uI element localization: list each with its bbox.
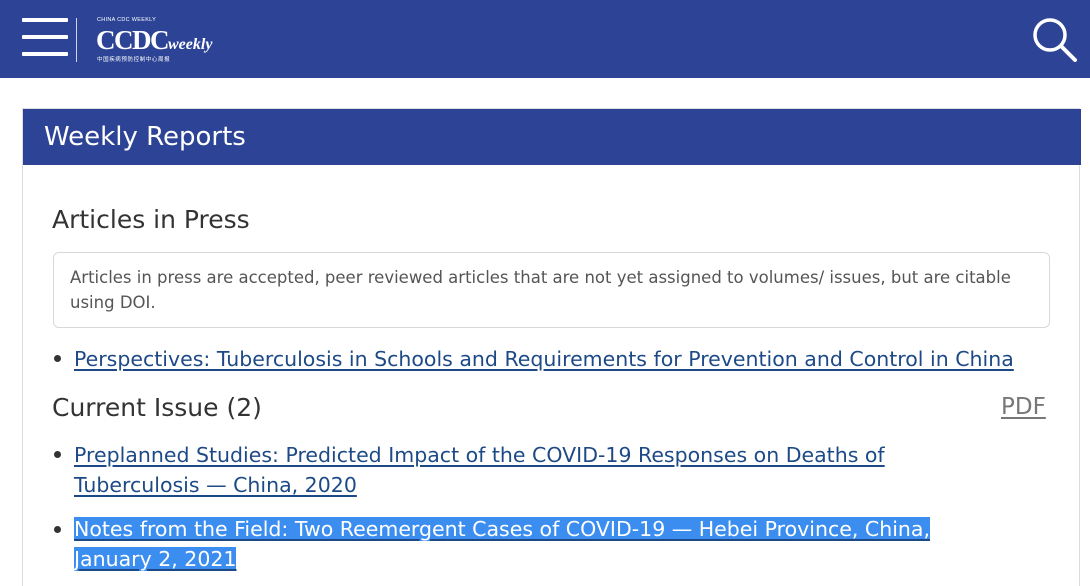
articles-in-press-notice: Articles in press are accepted, peer rev…: [53, 252, 1050, 328]
article-link-tuberculosis-schools[interactable]: Perspectives: Tuberculosis in Schools an…: [74, 344, 1064, 374]
selected-link-text[interactable]: Notes from the Field: Two Reemergent Cas…: [74, 517, 930, 571]
article-link-covid-tuberculosis-deaths[interactable]: Preplanned Studies: Predicted Impact of …: [74, 440, 954, 500]
logo-top-text: CHINA CDC WEEKLY: [97, 17, 157, 23]
top-navigation-bar: CHINA CDC WEEKLY CCDCweekly 中国疾病预防控制中心周报: [0, 0, 1090, 78]
ccdc-weekly-logo[interactable]: CHINA CDC WEEKLY CCDCweekly 中国疾病预防控制中心周报: [96, 17, 226, 63]
articles-in-press-heading: Articles in Press: [52, 205, 250, 234]
panel-header: Weekly Reports: [23, 109, 1081, 165]
article-link-hebei-covid-cases[interactable]: Notes from the Field: Two Reemergent Cas…: [74, 514, 994, 574]
list-bullet: [54, 355, 61, 362]
list-bullet: [54, 451, 61, 458]
hamburger-menu-icon[interactable]: [22, 18, 68, 56]
list-bullet: [54, 526, 61, 533]
search-icon[interactable]: [1030, 16, 1078, 62]
header-divider: [76, 18, 77, 62]
current-issue-heading: Current Issue (2): [52, 393, 262, 422]
weekly-reports-panel: Weekly Reports Articles in Press Article…: [22, 108, 1081, 586]
pdf-link[interactable]: PDF: [1001, 394, 1046, 420]
panel-title: Weekly Reports: [44, 122, 246, 152]
logo-bottom-text: 中国疾病预防控制中心周报: [97, 57, 171, 63]
